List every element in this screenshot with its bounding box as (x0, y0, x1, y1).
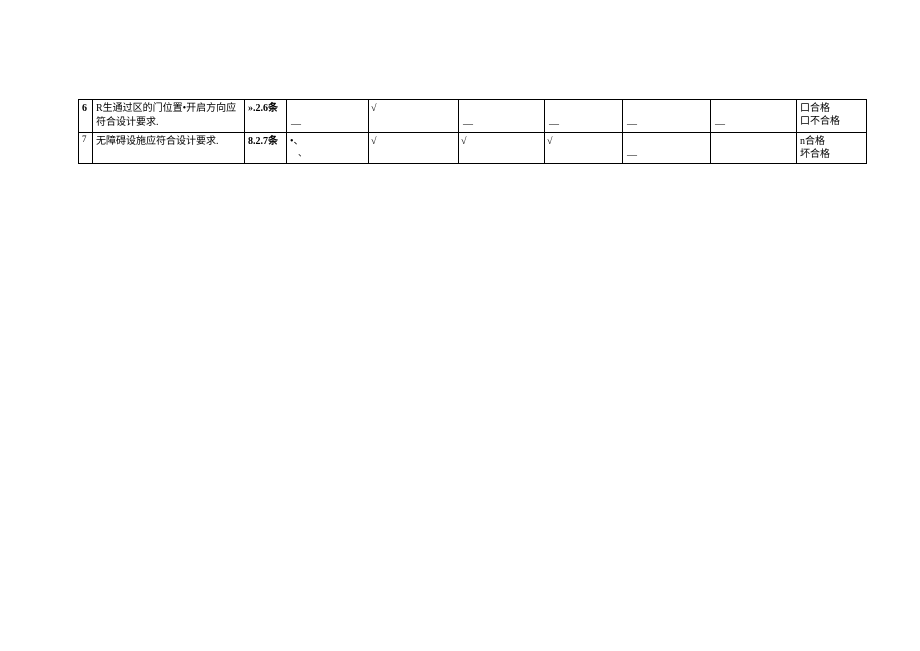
result-pass: n合格 (800, 135, 863, 148)
cell-check: √ (459, 133, 545, 164)
result-pass: 口合格 (800, 102, 863, 115)
row-result: 口合格 口不合格 (797, 100, 867, 133)
row-number: 7 (79, 133, 93, 164)
row-description: R生通过区的门位置•开启方向应 符合设计要求. (93, 100, 245, 133)
result-fail: 坏合格 (800, 148, 863, 161)
cell-dash: — (287, 100, 369, 133)
row-number: 6 (79, 100, 93, 133)
cell-dash: — (545, 100, 623, 133)
cell-dash: — (459, 100, 545, 133)
row-description: 无障碍设施应符合设计要求. (93, 133, 245, 164)
cell-mark-sub: 、 (290, 148, 365, 160)
cell-check: √ (545, 133, 623, 164)
row-reference: ».2.6条 (245, 100, 287, 133)
cell-mark: •、 、 (287, 133, 369, 164)
row-reference: 8.2.7条 (245, 133, 287, 164)
cell-check: √ (369, 100, 459, 133)
row-result: n合格 坏合格 (797, 133, 867, 164)
desc-text-line1: R生通过区的门位置•开启方向应 (96, 103, 236, 114)
cell-check: √ (369, 133, 459, 164)
result-fail: 口不合格 (800, 115, 863, 128)
desc-text-line2: 符合设计要求. (96, 117, 159, 128)
cell-dash: — (623, 100, 711, 133)
cell-dash (711, 133, 797, 164)
inspection-table: 6 R生通过区的门位置•开启方向应 符合设计要求. ».2.6条 — √ — —… (78, 99, 867, 164)
cell-dash: — (711, 100, 797, 133)
table-row: 7 无障碍设施应符合设计要求. 8.2.7条 •、 、 √ √ √ — n合格 … (79, 133, 867, 164)
cell-mark-top: •、 (290, 136, 304, 147)
table-row: 6 R生通过区的门位置•开启方向应 符合设计要求. ».2.6条 — √ — —… (79, 100, 867, 133)
inspection-table-fragment: 6 R生通过区的门位置•开启方向应 符合设计要求. ».2.6条 — √ — —… (78, 99, 866, 164)
cell-dash: — (623, 133, 711, 164)
